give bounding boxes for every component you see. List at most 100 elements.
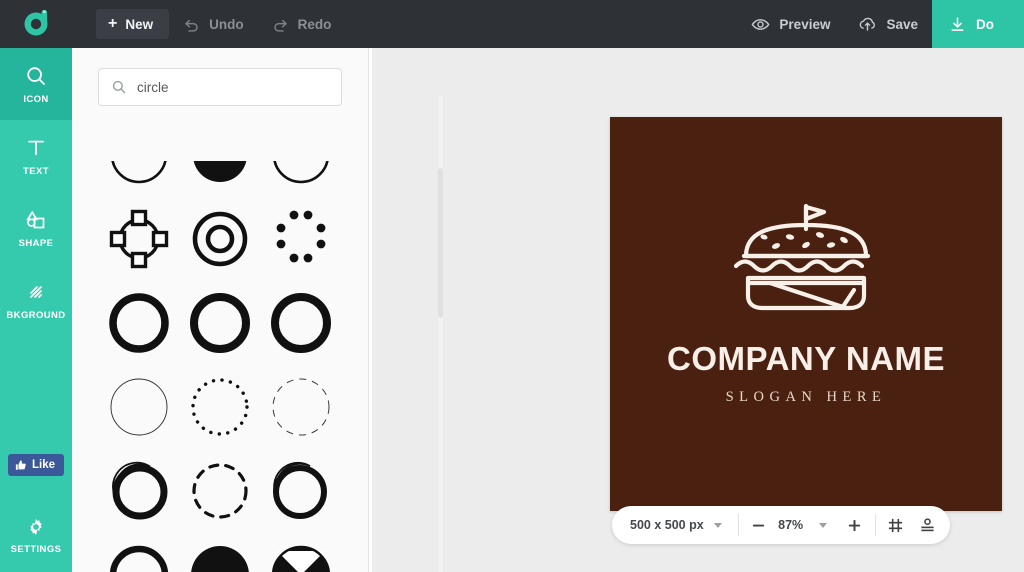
plus-icon: + [108, 15, 118, 32]
gear-icon [30, 518, 42, 535]
new-button[interactable]: + New [96, 9, 170, 39]
icon-cell[interactable] [179, 281, 260, 365]
new-button-label: New [125, 16, 154, 32]
half-circle-filled-bottom-icon [193, 161, 247, 182]
dashed-outline-circle-icon [272, 378, 330, 436]
redo-button-label: Redo [297, 16, 332, 32]
dotted-loading-circle-icon [276, 210, 326, 263]
icon-cell[interactable] [98, 197, 179, 281]
zoom-controls: 87% [743, 510, 871, 540]
grid-icon [889, 518, 903, 532]
download-button[interactable]: Do [932, 0, 1024, 48]
undo-arrow-icon [185, 19, 198, 32]
search-icon [112, 80, 126, 94]
company-name-text[interactable]: COMPANY NAME [667, 342, 945, 375]
zoom-out-button[interactable] [743, 510, 775, 540]
brush-stroke-circle-2-icon [273, 461, 328, 519]
undo-button[interactable]: Undo [169, 0, 258, 48]
thick-ring-circle-2-icon [189, 293, 250, 353]
icon-cell[interactable] [98, 365, 179, 449]
icon-cell[interactable] [261, 533, 342, 572]
circle-with-handles-icon [109, 209, 168, 269]
zoom-level-value: 87% [778, 518, 804, 532]
preview-button[interactable]: Preview [737, 0, 844, 48]
preview-button-label: Preview [779, 16, 831, 32]
download-icon [951, 16, 964, 31]
icon-results-grid [72, 161, 368, 572]
icon-cell[interactable] [98, 281, 179, 365]
canvas-workspace[interactable]: COMPANY NAME SLOGAN HERE 500 x 500 px 87… [372, 48, 1024, 572]
dotted-outline-circle-icon [191, 378, 249, 436]
canvas-toolbar: 500 x 500 px 87% [612, 506, 950, 544]
icon-grid-inner [72, 161, 368, 572]
slogan-text[interactable]: SLOGAN HERE [726, 389, 887, 406]
align-center-button[interactable] [912, 510, 944, 540]
icon-cell[interactable] [179, 161, 260, 197]
icon-cell[interactable] [179, 365, 260, 449]
icon-cell[interactable] [261, 365, 342, 449]
thin-outline-circle-icon [110, 378, 168, 436]
chevron-down-icon [713, 522, 722, 528]
icon-cell[interactable] [179, 197, 260, 281]
half-circle-outline-bottom-2-icon [273, 161, 329, 184]
panel-scrollbar-thumb[interactable] [438, 168, 443, 318]
thick-ring-circle-3-icon [271, 293, 332, 353]
save-button[interactable]: Save [844, 0, 932, 48]
zoom-in-button[interactable] [839, 510, 871, 540]
toggle-grid-button[interactable] [880, 510, 912, 540]
search-magnifier-icon [27, 66, 45, 85]
icon-cell[interactable] [98, 161, 179, 197]
bold-ring-circle-icon [109, 545, 168, 572]
app-header: + New Undo Redo Preview Save Do [0, 0, 1024, 48]
align-center-icon [921, 517, 934, 531]
sidebar-item-text-label: TEXT [23, 165, 49, 177]
icon-cell[interactable] [179, 533, 260, 572]
canvas-size-select[interactable]: 500 x 500 px [618, 510, 734, 540]
letter-t-icon [28, 140, 44, 155]
sidebar-item-bkground-label: BKGROUND [6, 309, 66, 321]
sidebar-item-icon[interactable]: ICON [0, 48, 72, 120]
toolbar-divider [874, 514, 876, 536]
undo-button-label: Undo [209, 16, 244, 32]
save-button-label: Save [886, 16, 918, 32]
like-button-label: Like [31, 459, 55, 471]
icon-cell[interactable] [98, 533, 179, 572]
icon-cell[interactable] [261, 449, 342, 533]
search-box[interactable] [98, 68, 342, 106]
diagonal-stripes-icon [30, 285, 42, 298]
sidebar-item-text[interactable]: TEXT [0, 120, 72, 192]
minus-icon [753, 524, 765, 527]
sidebar-item-bkground[interactable]: BKGROUND [0, 264, 72, 336]
redo-button[interactable]: Redo [258, 0, 346, 48]
thick-ring-circle-icon [108, 293, 169, 353]
app-logo[interactable] [0, 0, 72, 48]
icon-cell[interactable] [261, 281, 342, 365]
search-wrap [72, 48, 368, 106]
icon-cell[interactable] [261, 197, 342, 281]
icon-cell[interactable] [261, 161, 342, 197]
like-button-wrap: Like [0, 454, 72, 498]
search-input[interactable] [137, 79, 329, 95]
dashed-circle-bold-icon [192, 463, 248, 519]
download-button-label: Do [976, 16, 994, 32]
icon-cell[interactable] [179, 449, 260, 533]
sidebar-item-settings[interactable]: SETTINGS [0, 498, 72, 572]
sidebar-item-shape-label: SHAPE [18, 237, 54, 249]
facebook-like-button[interactable]: Like [7, 454, 64, 476]
thumbs-up-icon [15, 460, 26, 470]
designevo-logo-icon [24, 10, 48, 36]
sidebar-item-icon-label: ICON [23, 93, 49, 105]
logo-canvas[interactable]: COMPANY NAME SLOGAN HERE [610, 117, 1002, 511]
sidebar-item-shape[interactable]: SHAPE [0, 192, 72, 264]
redo-arrow-icon [273, 19, 287, 32]
icon-cell[interactable] [98, 449, 179, 533]
half-circle-outline-bottom-icon [111, 161, 167, 184]
cloud-upload-icon [860, 17, 876, 31]
left-sidebar: ICON TEXT SHAPE BKGROUND Like SETTINGS [0, 48, 72, 572]
brush-stroke-circle-icon [111, 461, 168, 520]
plus-icon [849, 519, 861, 531]
filled-solid-circle-icon [191, 546, 249, 572]
logo-graphic[interactable] [726, 204, 886, 316]
zoom-preset-dropdown[interactable] [807, 510, 839, 540]
